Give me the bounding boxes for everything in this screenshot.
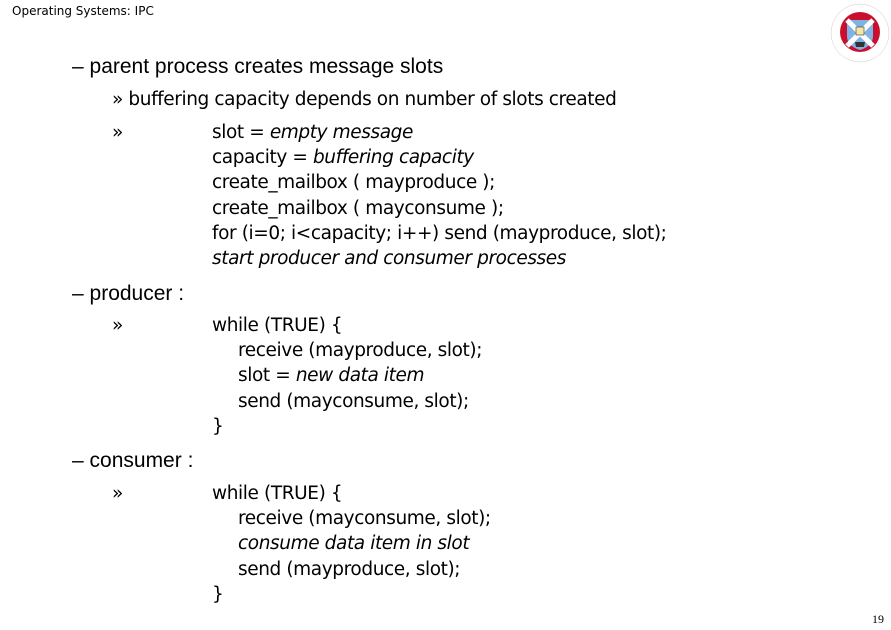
code-line: while (TRUE) { <box>212 483 343 504</box>
university-crest-logo <box>830 3 890 63</box>
code-line: send (mayproduce, slot); <box>238 559 461 580</box>
sub-bullet-buffering: » buffering capacity depends on number o… <box>112 89 617 110</box>
chevron-bullet-icon: » <box>112 315 123 336</box>
heading-producer-text: producer : <box>89 282 185 305</box>
code-line: } <box>212 584 224 605</box>
sub-bullet-text: buffering capacity depends on number of … <box>128 89 617 110</box>
code-line: consume data item in slot <box>238 533 470 554</box>
code-line: create_mailbox ( mayconsume ); <box>212 198 504 219</box>
code-line: create_mailbox ( mayproduce ); <box>212 172 495 193</box>
page-number: 19 <box>872 612 884 626</box>
code-line: receive (mayconsume, slot); <box>238 508 491 529</box>
code-line: receive (mayproduce, slot); <box>238 340 483 361</box>
dash-bullet: – <box>72 449 84 472</box>
dash-bullet: – <box>72 282 84 305</box>
code-line: for (i=0; i<capacity; i++) send (mayprod… <box>212 223 667 244</box>
code-line: slot = empty message <box>212 122 413 143</box>
code-line: send (mayconsume, slot); <box>238 391 469 412</box>
heading-consumer: – consumer : <box>72 449 193 473</box>
heading-parent-text: parent process creates message slots <box>89 55 444 78</box>
code-line: while (TRUE) { <box>212 315 343 336</box>
chevron-bullet-icon: » <box>112 483 123 504</box>
heading-parent: – parent process creates message slots <box>72 55 443 79</box>
code-line: } <box>212 416 224 437</box>
chevron-bullet-icon: » <box>112 122 123 143</box>
heading-consumer-text: consumer : <box>89 449 194 472</box>
chevron-bullet-icon: » <box>112 89 123 110</box>
code-line: start producer and consumer processes <box>212 248 567 269</box>
code-line: slot = new data item <box>238 365 425 386</box>
dash-bullet: – <box>72 55 84 78</box>
heading-producer: – producer : <box>72 282 184 306</box>
code-line: capacity = buffering capacity <box>212 147 474 168</box>
slide-header-title: Operating Systems: IPC <box>12 4 154 18</box>
